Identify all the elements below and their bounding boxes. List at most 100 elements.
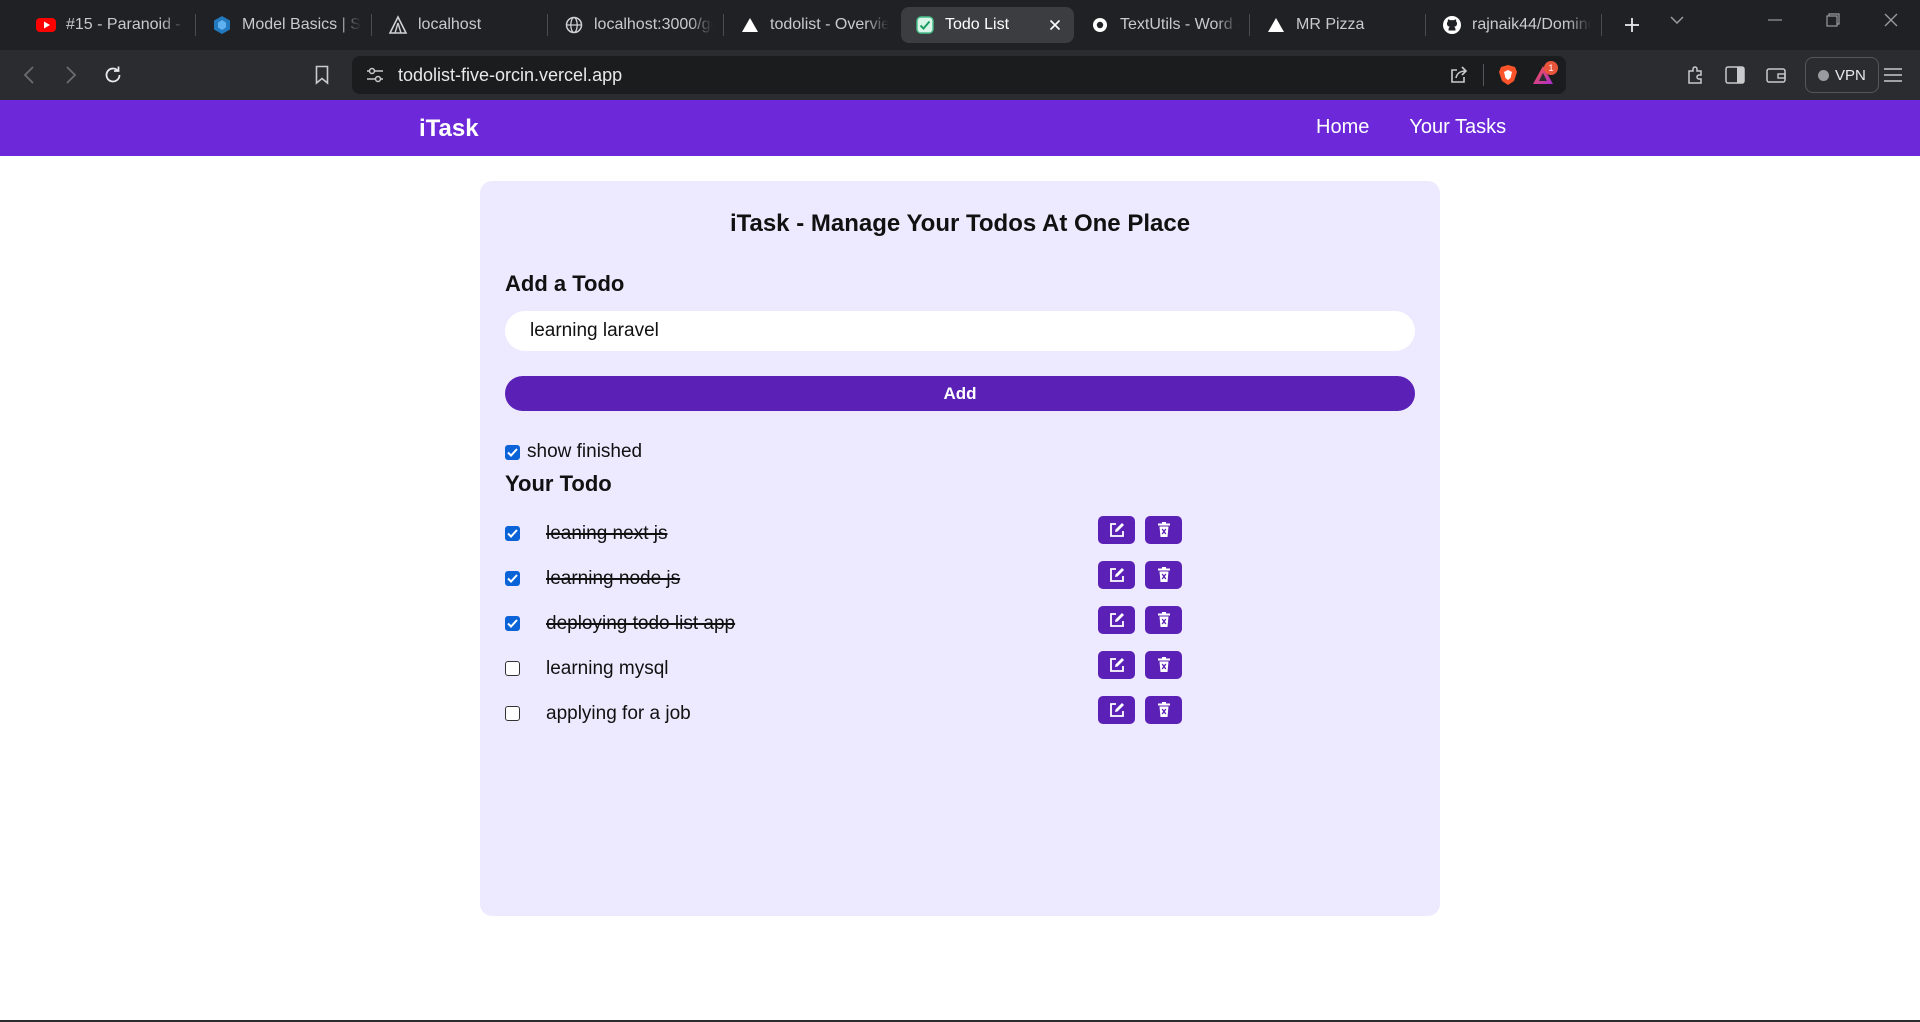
- todo-checkbox[interactable]: [505, 706, 520, 721]
- edit-icon: [1109, 523, 1124, 537]
- show-finished-label: show finished: [527, 441, 643, 462]
- close-tab-icon[interactable]: [1046, 16, 1064, 34]
- todo-text: leaning next js: [546, 522, 668, 544]
- window-controls: [1648, 0, 1920, 40]
- tab-title: #15 - Paranoid - S: [66, 16, 185, 33]
- address-bar[interactable]: todolist-five-orcin.vercel.app 1: [352, 56, 1566, 94]
- close-window-icon[interactable]: [1862, 0, 1920, 40]
- browser-toolbar: todolist-five-orcin.vercel.app 1 VPN: [0, 50, 1920, 100]
- todo-actions: [1098, 651, 1182, 679]
- vpn-status-icon: [1818, 69, 1829, 81]
- edit-button[interactable]: [1098, 651, 1135, 679]
- minimize-icon[interactable]: [1746, 0, 1804, 40]
- tab-github[interactable]: rajnaik44/Domino: [1428, 7, 1601, 43]
- tab-textutils[interactable]: TextUtils - Word c: [1076, 7, 1249, 43]
- todo-actions: [1098, 696, 1182, 724]
- brave-rewards-icon[interactable]: 1: [1532, 61, 1558, 85]
- todo-checkbox[interactable]: [505, 616, 520, 631]
- todo-text: deploying todo list app: [546, 612, 736, 634]
- edit-button[interactable]: [1098, 561, 1135, 589]
- trash-icon: [1157, 702, 1170, 717]
- show-finished-checkbox[interactable]: [505, 444, 520, 460]
- todo-text: learning node js: [546, 567, 681, 589]
- restore-icon[interactable]: [1804, 0, 1862, 40]
- edit-button[interactable]: [1098, 696, 1135, 724]
- nav-link-home[interactable]: Home: [1316, 116, 1369, 139]
- menu-icon[interactable]: [1876, 58, 1910, 92]
- wallet-icon[interactable]: [1759, 58, 1793, 92]
- check-icon: [507, 574, 518, 583]
- brand-logo[interactable]: iTask: [419, 115, 479, 143]
- localhost-icon: [388, 15, 408, 35]
- back-icon[interactable]: [12, 58, 46, 92]
- address-bar-actions: 1: [1449, 56, 1558, 94]
- share-icon[interactable]: [1449, 65, 1469, 85]
- browser-tab-bar: #15 - Paranoid - S Model Basics | Seq lo…: [0, 0, 1920, 50]
- reload-icon[interactable]: [96, 58, 130, 92]
- tab-search-chevron-icon[interactable]: [1648, 0, 1706, 40]
- vpn-button[interactable]: VPN: [1805, 57, 1879, 93]
- tab-divider: [1601, 14, 1602, 36]
- check-icon: [507, 447, 518, 457]
- todo-checkbox[interactable]: [505, 661, 520, 676]
- brave-shields-icon[interactable]: [1498, 64, 1518, 86]
- trash-icon: [1157, 567, 1170, 582]
- todo-list: leaning next js learning node js deployi…: [505, 511, 1185, 736]
- tab-localhost[interactable]: localhost: [374, 7, 547, 43]
- todo-actions: [1098, 516, 1182, 544]
- edit-icon: [1109, 703, 1124, 717]
- todo-item: learning mysql: [505, 646, 1185, 691]
- forward-icon[interactable]: [54, 58, 88, 92]
- tab-title: localhost: [418, 16, 482, 33]
- plus-icon: [1625, 18, 1639, 32]
- tab-localhost-3000[interactable]: localhost:3000/ge: [550, 7, 723, 43]
- trash-icon: [1157, 657, 1170, 672]
- tab-divider: [723, 14, 724, 36]
- new-tab-button[interactable]: [1616, 9, 1648, 41]
- tab-title: MR Pizza: [1296, 16, 1365, 33]
- site-settings-icon[interactable]: [366, 67, 384, 83]
- edit-button[interactable]: [1098, 606, 1135, 634]
- delete-button[interactable]: [1145, 606, 1182, 634]
- add-button[interactable]: Add: [505, 376, 1415, 411]
- tab-todolist-overview[interactable]: todolist - Overview: [726, 7, 899, 43]
- tab-sequelize[interactable]: Model Basics | Seq: [198, 7, 371, 43]
- todo-item: applying for a job: [505, 691, 1185, 736]
- todo-actions: [1098, 561, 1182, 589]
- tab-mr-pizza[interactable]: MR Pizza: [1252, 7, 1425, 43]
- tab-title: todolist - Overview: [770, 16, 889, 33]
- edit-icon: [1109, 658, 1124, 672]
- tab-youtube[interactable]: #15 - Paranoid - S: [22, 7, 195, 43]
- tab-divider: [1249, 14, 1250, 36]
- extensions-icon[interactable]: [1678, 58, 1712, 92]
- nav-link-your-tasks[interactable]: Your Tasks: [1409, 116, 1506, 139]
- globe-icon: [564, 15, 584, 35]
- delete-button[interactable]: [1145, 561, 1182, 589]
- delete-button[interactable]: [1145, 696, 1182, 724]
- todo-item: learning node js: [505, 556, 1185, 601]
- sidebar-toggle-icon[interactable]: [1718, 58, 1752, 92]
- tab-title: Todo List: [945, 16, 1010, 33]
- page-title: iTask - Manage Your Todos At One Place: [729, 210, 1191, 237]
- todo-item: deploying todo list app: [505, 601, 1185, 646]
- vercel-icon: [740, 15, 760, 35]
- todo-card: iTask - Manage Your Todos At One Place A…: [480, 181, 1440, 916]
- edit-icon: [1109, 613, 1124, 627]
- show-finished-toggle[interactable]: show finished: [505, 441, 642, 463]
- trash-icon: [1157, 612, 1170, 627]
- check-icon: [507, 529, 518, 538]
- circle-icon: [1090, 15, 1110, 35]
- bookmark-icon[interactable]: [305, 58, 339, 92]
- youtube-icon: [36, 15, 56, 35]
- todo-input[interactable]: [505, 311, 1415, 351]
- edit-button[interactable]: [1098, 516, 1135, 544]
- tab-todo-list[interactable]: Todo List: [901, 7, 1074, 43]
- delete-button[interactable]: [1145, 651, 1182, 679]
- tab-divider: [195, 14, 196, 36]
- tab-title: localhost:3000/ge: [594, 16, 713, 33]
- tab-title: TextUtils - Word c: [1120, 16, 1239, 33]
- divider: [1483, 64, 1484, 86]
- delete-button[interactable]: [1145, 516, 1182, 544]
- todo-checkbox[interactable]: [505, 571, 520, 586]
- todo-checkbox[interactable]: [505, 526, 520, 541]
